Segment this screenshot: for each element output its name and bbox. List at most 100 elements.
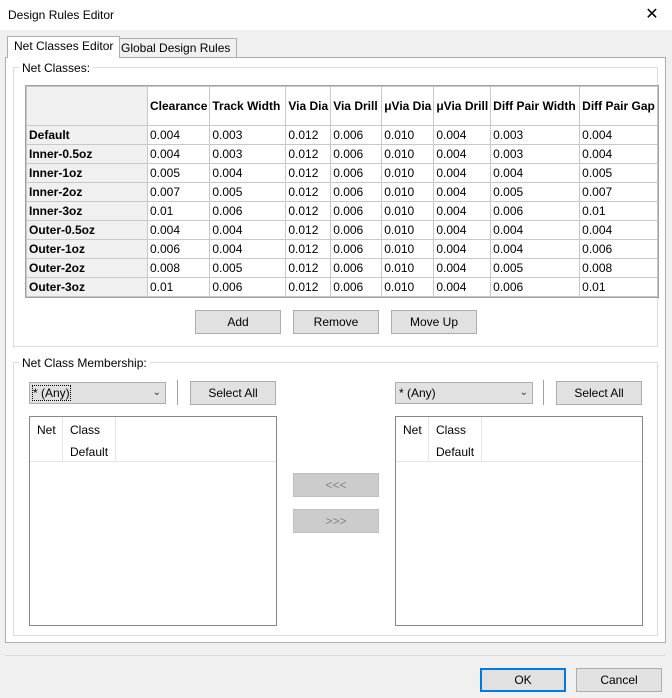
move-up-button[interactable]: Move Up [391, 310, 477, 334]
grid-cell[interactable]: 0.004 [433, 201, 492, 221]
row-header[interactable]: Outer-2oz [26, 258, 148, 278]
grid-row[interactable]: Default 0.004 0.003 0.012 0.006 0.010 0.004 0.0… [26, 125, 658, 145]
grid-cell[interactable]: 0.006 [209, 277, 287, 297]
grid-cell[interactable]: 0.008 [579, 258, 658, 278]
col-header-class[interactable]: Class [70, 423, 100, 437]
grid-cell[interactable]: 0.005 [490, 182, 581, 202]
grid-row[interactable]: Inner-2oz 0.007 0.005 0.012 0.006 0.010 0.004 0… [26, 182, 658, 202]
right-net-list[interactable]: Net Class Default [395, 416, 643, 626]
grid-cell[interactable]: 0.006 [330, 144, 383, 164]
grid-cell[interactable]: 0.01 [579, 201, 658, 221]
grid-cell[interactable]: 0.004 [433, 277, 492, 297]
grid-cell[interactable]: 0.004 [433, 220, 492, 240]
grid-cell[interactable]: 0.004 [209, 220, 287, 240]
col-header[interactable]: μVia Drill [433, 86, 492, 126]
close-icon[interactable]: ✕ [632, 0, 672, 30]
row-header[interactable]: Inner-2oz [26, 182, 148, 202]
grid-cell[interactable]: 0.004 [433, 163, 492, 183]
grid-cell[interactable]: 0.006 [490, 277, 581, 297]
col-header[interactable]: Clearance [146, 86, 211, 126]
grid-cell[interactable]: 0.006 [579, 239, 658, 259]
grid-row[interactable]: Outer-2oz 0.008 0.005 0.012 0.006 0.010 0.004 0… [26, 258, 658, 278]
grid-row[interactable]: Inner-1oz 0.005 0.004 0.012 0.006 0.010 0.004 0… [26, 163, 658, 183]
grid-cell[interactable]: 0.004 [146, 125, 211, 145]
ok-button[interactable]: OK [480, 668, 566, 692]
grid-cell[interactable]: 0.004 [490, 163, 581, 183]
row-header[interactable]: Default [26, 125, 148, 145]
grid-cell[interactable]: 0.005 [209, 182, 287, 202]
grid-cell[interactable]: 0.01 [146, 277, 211, 297]
row-header[interactable]: Inner-0.5oz [26, 144, 148, 164]
col-header[interactable]: Via Dia [285, 86, 332, 126]
cancel-button[interactable]: Cancel [576, 668, 662, 692]
col-header-net[interactable]: Net [37, 423, 56, 437]
grid-cell[interactable]: 0.003 [490, 144, 581, 164]
grid-cell[interactable]: 0.012 [285, 201, 332, 221]
grid-cell[interactable]: 0.005 [146, 163, 211, 183]
grid-cell[interactable]: 0.01 [579, 277, 658, 297]
right-filter-combo[interactable]: * (Any) ⌄ [395, 382, 533, 404]
grid-cell[interactable]: 0.006 [330, 220, 383, 240]
grid-cell[interactable]: 0.005 [209, 258, 287, 278]
grid-cell[interactable]: 0.010 [381, 277, 435, 297]
move-left-button[interactable]: <<< [293, 473, 379, 497]
grid-cell[interactable]: 0.012 [285, 125, 332, 145]
grid-cell[interactable]: 0.004 [579, 144, 658, 164]
grid-cell[interactable]: 0.004 [209, 163, 287, 183]
grid-cell[interactable]: 0.004 [433, 258, 492, 278]
grid-cell[interactable]: 0.005 [490, 258, 581, 278]
grid-cell[interactable]: 0.012 [285, 144, 332, 164]
grid-cell[interactable]: 0.006 [330, 182, 383, 202]
grid-cell[interactable]: 0.010 [381, 220, 435, 240]
grid-cell[interactable]: 0.003 [209, 144, 287, 164]
grid-cell[interactable]: 0.006 [330, 201, 383, 221]
grid-cell[interactable]: 0.007 [146, 182, 211, 202]
col-header[interactable]: Track Width [209, 86, 287, 126]
grid-cell[interactable]: 0.012 [285, 182, 332, 202]
grid-cell[interactable]: 0.004 [146, 144, 211, 164]
add-button[interactable]: Add [195, 310, 281, 334]
grid-cell[interactable]: 0.004 [433, 125, 492, 145]
right-select-all-button[interactable]: Select All [556, 381, 642, 405]
grid-cell[interactable]: 0.008 [146, 258, 211, 278]
grid-cell[interactable]: 0.004 [433, 182, 492, 202]
grid-cell[interactable]: 0.006 [490, 201, 581, 221]
grid-row[interactable]: Outer-3oz 0.01 0.006 0.012 0.006 0.010 0.004 0.… [26, 277, 658, 297]
grid-cell[interactable]: 0.006 [330, 239, 383, 259]
grid-cell[interactable]: 0.006 [146, 239, 211, 259]
col-header-net[interactable]: Net [403, 423, 422, 437]
row-header[interactable]: Outer-0.5oz [26, 220, 148, 240]
col-header-class[interactable]: Class [436, 423, 466, 437]
grid-cell[interactable]: 0.004 [146, 220, 211, 240]
tab-global-design-rules[interactable]: Global Design Rules [114, 38, 238, 58]
col-header[interactable]: Via Drill [330, 86, 383, 126]
grid-cell[interactable]: 0.012 [285, 220, 332, 240]
grid-cell[interactable]: 0.012 [285, 239, 332, 259]
grid-cell[interactable]: 0.004 [209, 239, 287, 259]
grid-cell[interactable]: 0.010 [381, 258, 435, 278]
col-header[interactable]: Diff Pair Gap [579, 86, 658, 126]
grid-cell[interactable]: 0.010 [381, 182, 435, 202]
grid-row[interactable]: Outer-1oz 0.006 0.004 0.012 0.006 0.010 0.004 0… [26, 239, 658, 259]
grid-cell[interactable]: 0.010 [381, 144, 435, 164]
row-header[interactable]: Outer-3oz [26, 277, 148, 297]
grid-cell[interactable]: 0.006 [330, 258, 383, 278]
grid-row[interactable]: Inner-0.5oz 0.004 0.003 0.012 0.006 0.010 0.00… [26, 144, 658, 164]
remove-button[interactable]: Remove [293, 310, 379, 334]
row-header[interactable]: Inner-1oz [26, 163, 148, 183]
grid-cell[interactable]: 0.004 [490, 220, 581, 240]
col-header[interactable]: Diff Pair Width [490, 86, 581, 126]
grid-cell[interactable]: 0.006 [330, 277, 383, 297]
row-header[interactable]: Inner-3oz [26, 201, 148, 221]
grid-cell[interactable]: 0.010 [381, 163, 435, 183]
grid-cell[interactable]: 0.004 [579, 125, 658, 145]
col-header[interactable]: μVia Dia [381, 86, 435, 126]
grid-row[interactable]: Inner-3oz 0.01 0.006 0.012 0.006 0.010 0.004 0.… [26, 201, 658, 221]
grid-cell[interactable]: 0.012 [285, 163, 332, 183]
grid-cell[interactable]: 0.004 [490, 239, 581, 259]
grid-cell[interactable]: 0.010 [381, 125, 435, 145]
grid-cell[interactable]: 0.01 [146, 201, 211, 221]
grid-cell[interactable]: 0.007 [579, 182, 658, 202]
grid-row[interactable]: Outer-0.5oz 0.004 0.004 0.012 0.006 0.010 0.00… [26, 220, 658, 240]
grid-cell[interactable]: 0.004 [433, 239, 492, 259]
